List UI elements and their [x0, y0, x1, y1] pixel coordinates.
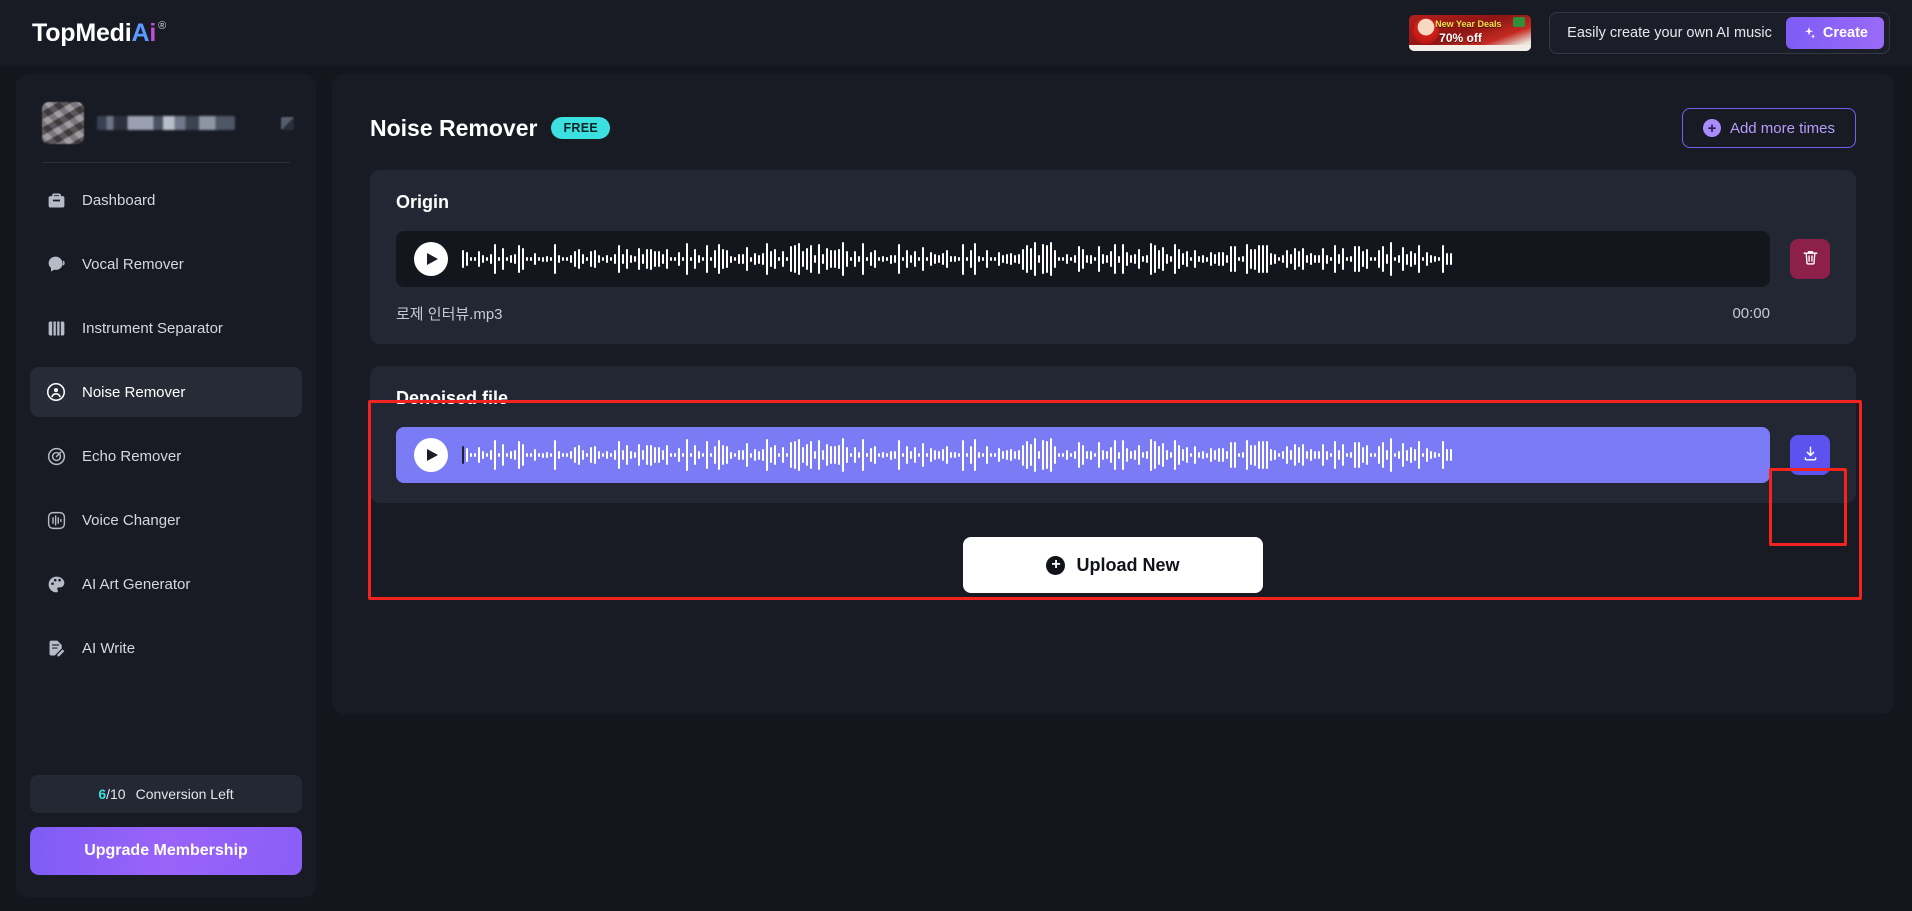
sidebar-item-echo-remover[interactable]: Echo Remover [30, 431, 302, 481]
upgrade-membership-button[interactable]: Upgrade Membership [30, 827, 302, 875]
user-profile[interactable] [16, 74, 316, 148]
sidebar-item-label: AI Art Generator [82, 575, 191, 593]
sidebar-item-label: Dashboard [82, 191, 156, 209]
origin-title: Origin [396, 192, 449, 212]
palette-icon [44, 572, 68, 596]
echo-icon [44, 444, 68, 468]
ai-music-promo: Easily create your own AI music Create [1549, 12, 1890, 54]
piano-icon [44, 316, 68, 340]
origin-duration: 00:00 [1732, 305, 1770, 322]
briefcase-icon [44, 188, 68, 212]
upload-area: + Upload New [332, 537, 1894, 593]
sidebar-item-label: Noise Remover [82, 383, 186, 401]
denoised-player[interactable] [396, 427, 1770, 483]
sidebar-item-noise-remover[interactable]: Noise Remover [30, 367, 302, 417]
delete-button[interactable] [1790, 239, 1830, 279]
more-icon[interactable] [281, 116, 294, 130]
download-button[interactable] [1790, 435, 1830, 475]
sidebar-nav: Dashboard Vocal Remover Instrument Separ… [16, 175, 316, 673]
sidebar-item-voice-changer[interactable]: Voice Changer [30, 495, 302, 545]
origin-file-name: 로제 인터뷰.mp3 [396, 306, 503, 323]
upload-new-label: Upload New [1076, 554, 1180, 575]
sidebar-item-dashboard[interactable]: Dashboard [30, 175, 302, 225]
sidebar-item-label: Vocal Remover [82, 255, 184, 273]
play-icon[interactable] [414, 242, 448, 276]
vocal-icon [44, 252, 68, 276]
logo-i: i [149, 18, 157, 47]
sidebar-item-instrument-separator[interactable]: Instrument Separator [30, 303, 302, 353]
user-name-redacted [97, 116, 235, 130]
origin-player[interactable] [396, 231, 1770, 287]
origin-file-row: 로제 인터뷰.mp3 00:00 [396, 303, 1830, 324]
upload-new-button[interactable]: + Upload New [963, 537, 1263, 593]
sidebar-item-label: Voice Changer [82, 511, 181, 529]
noise-icon [44, 380, 68, 404]
denoised-title: Denoised file [396, 388, 509, 408]
voice-changer-icon [44, 508, 68, 532]
free-badge: FREE [551, 117, 611, 139]
plus-circle-icon: + [1702, 119, 1721, 137]
play-icon[interactable] [414, 438, 448, 472]
sidebar: Dashboard Vocal Remover Instrument Separ… [16, 74, 316, 897]
main-header: Noise Remover FREE + Add more times [332, 74, 1894, 148]
origin-waveform[interactable] [462, 242, 1752, 276]
promo-banner[interactable]: New Year Deals 70% off [1409, 15, 1532, 51]
main-panel: Noise Remover FREE + Add more times Orig… [332, 74, 1894, 714]
conversion-counter: 6/10 Conversion Left [30, 775, 302, 813]
create-button-label: Create [1822, 25, 1868, 41]
gift-icon [1513, 17, 1526, 27]
sidebar-item-vocal-remover[interactable]: Vocal Remover [30, 239, 302, 289]
origin-player-row [396, 231, 1830, 287]
trash-icon [1801, 248, 1820, 270]
denoised-waveform[interactable] [462, 438, 1752, 472]
sidebar-item-ai-write[interactable]: AI Write [30, 623, 302, 673]
origin-card: Origin 로제 인터뷰.mp3 00:00 [370, 170, 1856, 344]
download-icon [1801, 444, 1820, 466]
conversion-used: 6 [98, 786, 107, 802]
add-more-times-button[interactable]: + Add more times [1681, 108, 1856, 148]
registered-icon: ® [158, 19, 167, 32]
sidebar-item-ai-art-generator[interactable]: AI Art Generator [30, 559, 302, 609]
add-more-times-label: Add more times [1729, 119, 1835, 137]
denoised-player-row [396, 427, 1830, 483]
page-title: Noise Remover [370, 114, 538, 141]
top-bar-right: New Year Deals 70% off Easily create you… [1409, 12, 1890, 54]
sidebar-divider [42, 162, 290, 163]
avatar [42, 102, 84, 144]
logo-a: A [131, 18, 150, 47]
promo-line-1: New Year Deals [1435, 19, 1502, 29]
sparkle-icon [1802, 26, 1816, 40]
sidebar-item-label: Instrument Separator [82, 319, 223, 337]
app-logo[interactable]: TopMedi Ai ® [32, 19, 166, 48]
create-button[interactable]: Create [1785, 17, 1884, 49]
conversion-label: Conversion Left [135, 786, 234, 802]
conversion-total: /10 [106, 786, 126, 802]
sidebar-item-label: AI Write [82, 639, 136, 657]
snow-bar [1409, 45, 1532, 51]
write-icon [44, 636, 68, 660]
ai-music-text: Easily create your own AI music [1567, 25, 1772, 41]
promo-line-2: 70% off [1439, 31, 1482, 45]
logo-text: TopMedi [32, 18, 132, 47]
sidebar-item-label: Echo Remover [82, 447, 182, 465]
top-bar: TopMedi Ai ® New Year Deals 70% off Easily… [0, 0, 1912, 66]
denoised-card: Denoised file [370, 366, 1856, 503]
plus-circle-icon: + [1046, 555, 1066, 575]
